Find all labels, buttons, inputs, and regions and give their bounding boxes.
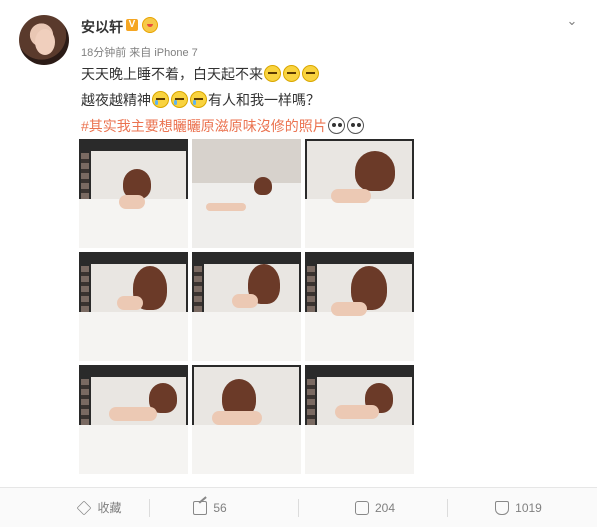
photo-thumbnail[interactable] — [192, 365, 301, 474]
photo-thumbnail[interactable] — [305, 252, 414, 361]
thumbs-up-icon — [495, 500, 510, 515]
share-button[interactable]: 56 — [120, 488, 300, 527]
medal-icon[interactable] — [142, 17, 158, 33]
crying-laugh-emoji-icon — [190, 91, 207, 108]
photo-grid — [79, 139, 415, 475]
crying-laugh-emoji-icon — [152, 91, 169, 108]
photo-thumbnail[interactable] — [79, 365, 188, 474]
grimace-emoji-icon — [264, 65, 281, 82]
user-name[interactable]: 安以轩 — [81, 17, 123, 37]
hashtag-link[interactable]: #其实我主要想曬曬原滋原味沒修的照片 — [81, 118, 327, 134]
photo-thumbnail[interactable] — [305, 139, 414, 248]
grimace-emoji-icon — [302, 65, 319, 82]
post-text-line-1: 天天晚上睡不着，白天起不来 — [81, 64, 320, 84]
photo-thumbnail[interactable] — [305, 365, 414, 474]
user-avatar[interactable] — [19, 15, 69, 65]
action-bar: 收藏 56 204 1019 — [0, 487, 597, 527]
comment-button[interactable]: 204 — [290, 488, 460, 527]
grimace-emoji-icon — [283, 65, 300, 82]
star-icon — [77, 500, 92, 515]
like-button[interactable]: 1019 — [440, 488, 597, 527]
weibo-post-card: 安以轩 V 18分钟前 来自 iPhone 7 ⌄ 天天晚上睡不着，白天起不来 … — [0, 0, 597, 527]
crying-laugh-emoji-icon — [171, 91, 188, 108]
share-icon — [193, 500, 208, 515]
post-text: 越夜越精神 — [81, 92, 151, 108]
chevron-down-icon[interactable]: ⌄ — [565, 14, 579, 28]
post-text: 有人和我一样嗎？ — [208, 92, 320, 108]
photo-thumbnail[interactable] — [192, 139, 301, 248]
photo-thumbnail[interactable] — [79, 252, 188, 361]
post-text: 天天晚上睡不着，白天起不来 — [81, 66, 263, 82]
post-meta[interactable]: 18分钟前 来自 iPhone 7 — [81, 44, 198, 60]
panda-emoji-icon — [346, 117, 364, 134]
verified-badge-icon: V — [126, 19, 138, 31]
post-text-line-3: #其实我主要想曬曬原滋原味沒修的照片 — [81, 116, 365, 136]
panda-emoji-icon — [327, 117, 345, 134]
post-text-line-2: 越夜越精神 有人和我一样嗎？ — [81, 90, 320, 110]
photo-thumbnail[interactable] — [79, 139, 188, 248]
photo-thumbnail[interactable] — [192, 252, 301, 361]
comment-icon — [354, 500, 369, 515]
